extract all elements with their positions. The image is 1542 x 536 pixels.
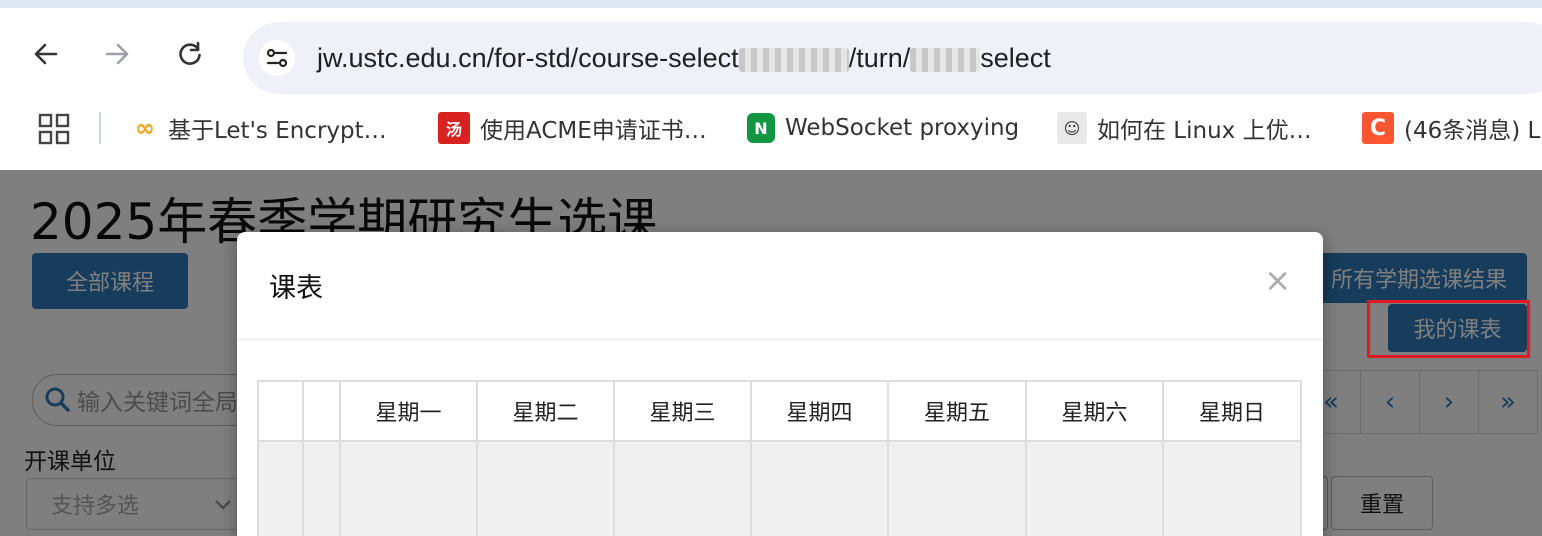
browser-toolbar: jw.ustc.edu.cn/for-std/course-select/tur… bbox=[0, 8, 1542, 100]
bookmark-label: 使用ACME申请证书… bbox=[480, 118, 707, 144]
avatar-favicon-icon: ☺ bbox=[1057, 112, 1087, 144]
arrow-right-icon bbox=[105, 43, 129, 65]
url-suffix: select bbox=[980, 43, 1051, 73]
apps-grid-icon[interactable] bbox=[38, 113, 70, 145]
timetable-row bbox=[257, 440, 1302, 536]
highlight-annotation bbox=[1367, 300, 1530, 358]
bookmark-label: 如何在 Linux 上优… bbox=[1097, 118, 1312, 144]
weekday-header: 星期二 bbox=[476, 380, 615, 442]
bookmark-label: (46条消息) L bbox=[1404, 118, 1541, 144]
timetable-cell bbox=[887, 440, 1027, 536]
modal-title: 课表 bbox=[269, 273, 323, 304]
url-text: jw.ustc.edu.cn/for-std/course-select/tur… bbox=[317, 38, 1051, 78]
corner-cell bbox=[257, 380, 304, 442]
arrow-left-icon bbox=[34, 43, 58, 65]
timetable-header-row: 星期一 星期二 星期三 星期四 星期五 星期六 星期日 bbox=[257, 380, 1302, 442]
weekday-header: 星期四 bbox=[750, 380, 889, 442]
bookmarks-divider bbox=[99, 112, 101, 144]
bookmark-item[interactable]: 汤 使用ACME申请证书… bbox=[438, 112, 707, 144]
weekday-header: 星期日 bbox=[1162, 380, 1302, 442]
csdn-favicon-icon: C bbox=[1362, 112, 1394, 144]
close-icon[interactable]: × bbox=[1264, 262, 1291, 298]
timetable-cell bbox=[1025, 440, 1164, 536]
blurred-segment bbox=[738, 47, 849, 72]
browser-top-strip bbox=[0, 0, 1542, 8]
timetable-cell bbox=[1162, 440, 1302, 536]
infinity-favicon-icon: ∞ bbox=[135, 114, 155, 142]
address-bar[interactable]: jw.ustc.edu.cn/for-std/course-select/tur… bbox=[243, 22, 1542, 94]
blurred-segment bbox=[910, 47, 981, 72]
bookmark-item[interactable]: C (46条消息) L bbox=[1362, 112, 1540, 144]
url-middle: /turn/ bbox=[848, 43, 911, 73]
url-prefix: jw.ustc.edu.cn/for-std/course-select bbox=[317, 43, 739, 73]
timetable: 星期一 星期二 星期三 星期四 星期五 星期六 星期日 bbox=[257, 380, 1302, 536]
period-cell bbox=[302, 440, 341, 536]
modal-header: 课表 × bbox=[237, 232, 1323, 340]
bookmarks-bar: ∞ 基于Let's Encrypt… 汤 使用ACME申请证书… N WebSo… bbox=[0, 100, 1542, 170]
nginx-favicon-icon: N bbox=[747, 113, 775, 143]
timetable-cell bbox=[750, 440, 889, 536]
schedule-modal: 课表 × 星期一 星期二 星期三 星期四 星期五 星期六 星期日 bbox=[237, 232, 1323, 536]
reload-icon bbox=[179, 41, 201, 65]
forward-button[interactable] bbox=[97, 34, 137, 74]
timetable-cell bbox=[476, 440, 615, 536]
weekday-header: 星期一 bbox=[339, 380, 478, 442]
timetable-cell bbox=[339, 440, 478, 536]
bookmark-item[interactable]: ∞ 基于Let's Encrypt… bbox=[132, 112, 387, 144]
back-button[interactable] bbox=[26, 34, 66, 74]
bookmark-label: WebSocket proxying bbox=[785, 115, 1020, 141]
page-content: 2025年春季学期研究生选课 全部课程 所有学期选课结果 我的课表 输入关键词全… bbox=[0, 170, 1542, 536]
weekday-header: 星期五 bbox=[887, 380, 1027, 442]
bookmark-item[interactable]: ☺ 如何在 Linux 上优… bbox=[1057, 112, 1312, 144]
weekday-header: 星期六 bbox=[1025, 380, 1164, 442]
timetable-cell bbox=[613, 440, 752, 536]
red-seal-favicon-icon: 汤 bbox=[438, 112, 470, 144]
weekday-header: 星期三 bbox=[613, 380, 752, 442]
bookmark-item[interactable]: N WebSocket proxying bbox=[747, 112, 1019, 144]
corner-cell bbox=[302, 380, 341, 442]
site-settings-icon[interactable] bbox=[259, 40, 295, 76]
bookmark-label: 基于Let's Encrypt… bbox=[168, 118, 387, 144]
reload-button[interactable] bbox=[170, 34, 210, 74]
period-cell bbox=[257, 440, 304, 536]
